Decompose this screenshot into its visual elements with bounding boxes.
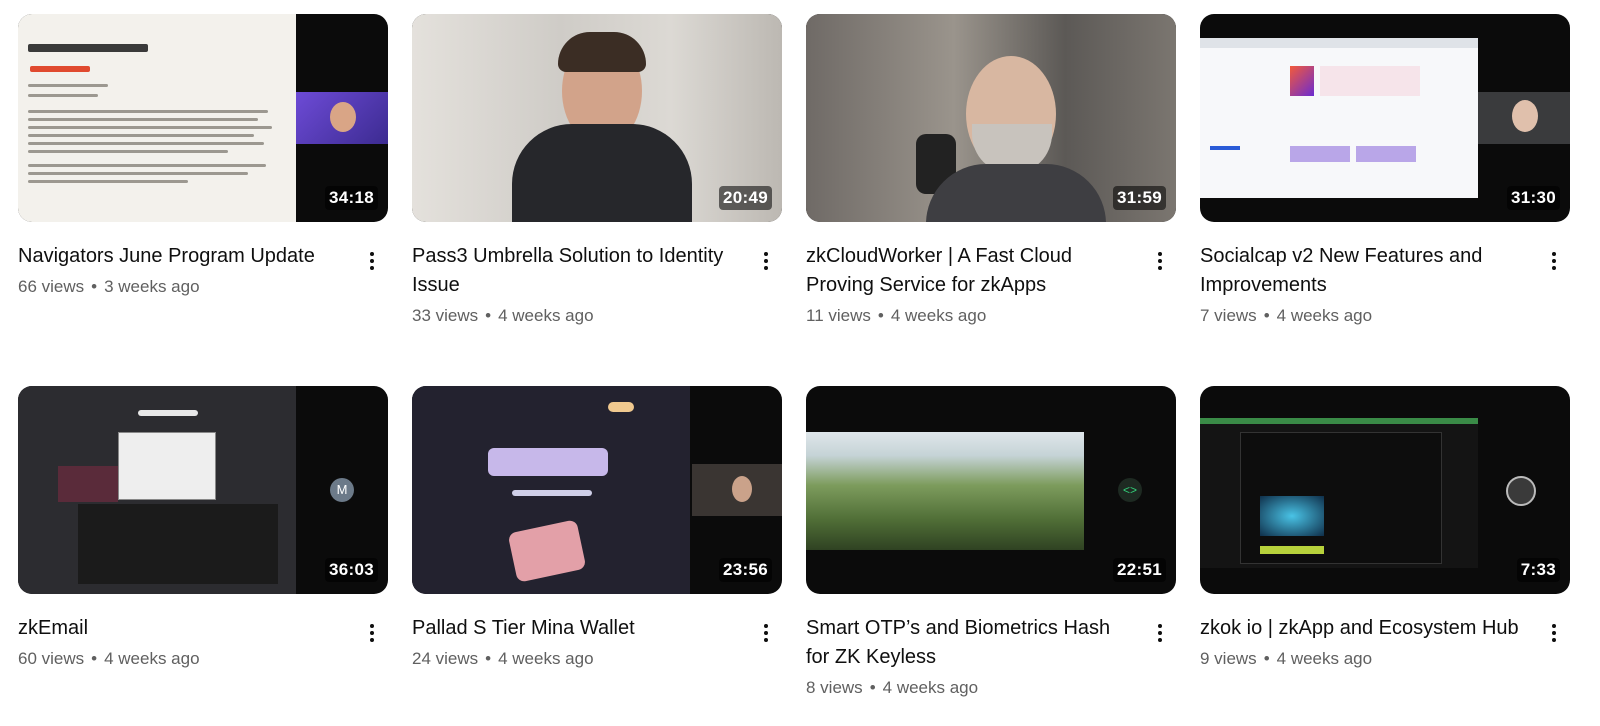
video-stats: 7 views • 4 weeks ago: [1200, 306, 1526, 326]
more-vert-icon[interactable]: [754, 618, 778, 646]
video-title[interactable]: zkok io | zkApp and Ecosystem Hub: [1200, 614, 1526, 643]
webcam-inset: [692, 464, 782, 516]
video-stats: 60 views • 4 weeks ago: [18, 649, 344, 669]
video-title[interactable]: Smart OTP’s and Biometrics Hash for ZK K…: [806, 614, 1132, 672]
more-vert-icon[interactable]: [360, 246, 384, 274]
video-title[interactable]: Pallad S Tier Mina Wallet: [412, 614, 738, 643]
upload-age: 4 weeks ago: [498, 649, 594, 668]
view-count: 60 views: [18, 649, 85, 668]
more-vert-icon[interactable]: [1542, 246, 1566, 274]
separator: •: [485, 306, 492, 325]
thumbnail-image: [1200, 418, 1478, 568]
channel-logo-icon: [1506, 476, 1536, 506]
video-card[interactable]: <> 22:51 Smart OTP’s and Biometrics Hash…: [806, 386, 1176, 726]
upload-age: 4 weeks ago: [498, 306, 594, 325]
separator: •: [1263, 306, 1270, 325]
duration-badge: 22:51: [1113, 558, 1166, 582]
video-thumbnail[interactable]: 23:56: [412, 386, 782, 594]
video-thumbnail[interactable]: 7:33: [1200, 386, 1570, 594]
view-count: 66 views: [18, 277, 85, 296]
thumbnail-image: [18, 386, 296, 594]
video-card[interactable]: 23:56 Pallad S Tier Mina Wallet 24 views…: [412, 386, 782, 726]
duration-badge: 31:59: [1113, 186, 1166, 210]
video-stats: 11 views • 4 weeks ago: [806, 306, 1132, 326]
more-vert-icon[interactable]: [1542, 618, 1566, 646]
webcam-inset: [1478, 92, 1570, 144]
more-vert-icon[interactable]: [1148, 246, 1172, 274]
video-stats: 33 views • 4 weeks ago: [412, 306, 738, 326]
upload-age: 4 weeks ago: [882, 678, 979, 697]
view-count: 9 views: [1200, 649, 1257, 668]
duration-badge: 36:03: [325, 558, 378, 582]
more-vert-icon[interactable]: [360, 618, 384, 646]
upload-age: 4 weeks ago: [1276, 649, 1373, 668]
separator: •: [91, 277, 98, 296]
thumbnail-image: [18, 14, 296, 222]
separator: •: [869, 678, 876, 697]
video-card[interactable]: 20:49 Pass3 Umbrella Solution to Identit…: [412, 14, 782, 374]
upload-age: 4 weeks ago: [1276, 306, 1373, 325]
video-thumbnail[interactable]: 31:30: [1200, 14, 1570, 222]
video-thumbnail[interactable]: <> 22:51: [806, 386, 1176, 594]
view-count: 33 views: [412, 306, 479, 325]
avatar: M: [330, 478, 354, 502]
duration-badge: 7:33: [1516, 558, 1560, 582]
video-card[interactable]: 31:59 zkCloudWorker | A Fast Cloud Provi…: [806, 14, 1176, 374]
video-title[interactable]: zkEmail: [18, 614, 344, 643]
video-thumbnail[interactable]: 31:59: [806, 14, 1176, 222]
view-count: 7 views: [1200, 306, 1257, 325]
separator: •: [91, 649, 98, 668]
duration-badge: 23:56: [719, 558, 772, 582]
video-title[interactable]: Pass3 Umbrella Solution to Identity Issu…: [412, 242, 738, 300]
video-grid: 34:18 Navigators June Program Update 66 …: [18, 14, 1570, 726]
thumbnail-image: [1200, 38, 1478, 198]
thumbnail-image: [806, 432, 1084, 550]
upload-age: 4 weeks ago: [890, 306, 987, 325]
more-vert-icon[interactable]: [754, 246, 778, 274]
more-vert-icon[interactable]: [1148, 618, 1172, 646]
video-card[interactable]: M 36:03 zkEmail 60 views • 4 weeks ago: [18, 386, 388, 726]
video-thumbnail[interactable]: 34:18: [18, 14, 388, 222]
video-stats: 24 views • 4 weeks ago: [412, 649, 738, 669]
webcam-inset: [296, 92, 388, 144]
upload-age: 3 weeks ago: [104, 277, 200, 296]
separator: •: [485, 649, 492, 668]
video-thumbnail[interactable]: 20:49: [412, 14, 782, 222]
video-stats: 9 views • 4 weeks ago: [1200, 649, 1526, 669]
upload-age: 4 weeks ago: [104, 649, 200, 668]
view-count: 11 views: [806, 306, 871, 325]
video-thumbnail[interactable]: M 36:03: [18, 386, 388, 594]
video-title[interactable]: Socialcap v2 New Features and Improvemen…: [1200, 242, 1526, 300]
duration-badge: 34:18: [325, 186, 378, 210]
video-card[interactable]: 31:30 Socialcap v2 New Features and Impr…: [1200, 14, 1570, 374]
thumbnail-image: [412, 386, 690, 594]
video-stats: 66 views • 3 weeks ago: [18, 277, 344, 297]
duration-badge: 20:49: [719, 186, 772, 210]
duration-badge: 31:30: [1507, 186, 1560, 210]
separator: •: [877, 306, 884, 325]
video-stats: 8 views • 4 weeks ago: [806, 678, 1132, 698]
code-logo-icon: <>: [1118, 478, 1142, 502]
video-card[interactable]: 34:18 Navigators June Program Update 66 …: [18, 14, 388, 374]
video-title[interactable]: Navigators June Program Update: [18, 242, 344, 271]
video-card[interactable]: 7:33 zkok io | zkApp and Ecosystem Hub 9…: [1200, 386, 1570, 726]
separator: •: [1263, 649, 1270, 668]
view-count: 8 views: [806, 678, 863, 697]
video-title[interactable]: zkCloudWorker | A Fast Cloud Proving Ser…: [806, 242, 1132, 300]
view-count: 24 views: [412, 649, 479, 668]
